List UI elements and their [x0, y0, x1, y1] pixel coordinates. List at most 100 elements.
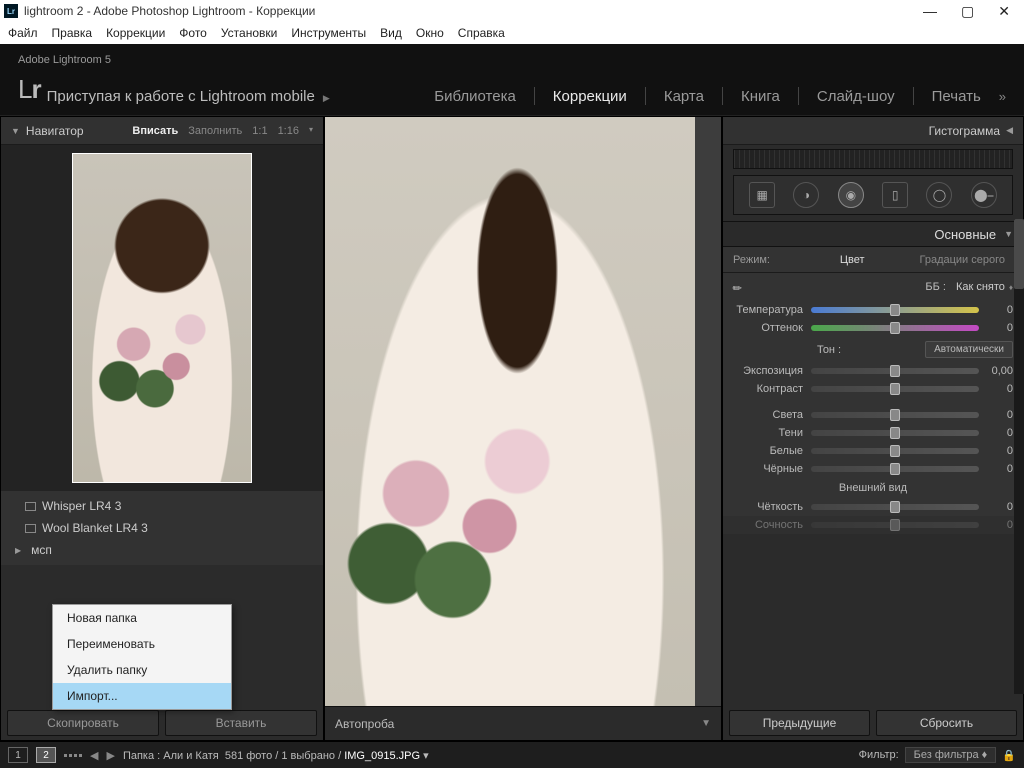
preset-list: Whisper LR4 3 Wool Blanket LR4 3 ▶мсп: [1, 491, 323, 565]
radial-tool-icon[interactable]: ◯: [926, 182, 952, 208]
preset-icon: [25, 524, 36, 533]
window-title: lightroom 2 - Adobe Photoshop Lightroom …: [24, 4, 315, 18]
slider-tint[interactable]: Оттенок0: [723, 319, 1023, 337]
navigator-title: Навигатор: [26, 124, 84, 138]
disclosure-triangle-icon: ▼: [1004, 229, 1013, 239]
menu-develop[interactable]: Коррекции: [106, 26, 165, 40]
slider-blacks[interactable]: Чёрные0: [723, 460, 1023, 478]
navigator-preview[interactable]: [1, 145, 323, 491]
ctx-delete-folder[interactable]: Удалить папку: [53, 657, 231, 683]
preset-folder[interactable]: ▶мсп: [1, 539, 323, 561]
previous-button[interactable]: Предыдущие: [729, 710, 870, 736]
chevron-down-icon[interactable]: ▼: [701, 718, 711, 729]
module-print[interactable]: Печать: [932, 88, 981, 105]
module-book[interactable]: Книга: [741, 88, 780, 105]
gradient-tool-icon[interactable]: ▯: [882, 182, 908, 208]
lr-logo-icon: Lr: [18, 74, 41, 105]
crop-tool-icon[interactable]: ▦: [749, 182, 775, 208]
tone-header: Тон : Автоматически: [723, 337, 1023, 362]
basics-title: Основные: [934, 227, 996, 242]
spot-tool-icon[interactable]: ◑: [793, 182, 819, 208]
app-menubar: Файл Правка Коррекции Фото Установки Инс…: [0, 22, 1024, 44]
zoom-fill[interactable]: Заполнить: [188, 125, 242, 137]
treatment-row: Режим: Цвет Градации серого: [723, 247, 1023, 273]
histogram-title: Гистограмма: [929, 124, 1000, 138]
filmstrip-toolbar: 1 2 ◀ ▶ Папка : Али и Катя 581 фото / 1 …: [0, 741, 1024, 768]
context-menu: Новая папка Переименовать Удалить папку …: [52, 604, 232, 710]
breadcrumb[interactable]: Папка : Али и Катя 581 фото / 1 выбрано …: [123, 749, 429, 762]
menu-photo[interactable]: Фото: [179, 26, 207, 40]
lightroom-mobile-link[interactable]: Приступая к работе с Lightroom mobile▶: [47, 88, 330, 105]
redeye-tool-icon[interactable]: ◉: [838, 182, 864, 208]
slider-whites[interactable]: Белые0: [723, 442, 1023, 460]
presence-header: Внешний вид: [723, 478, 1023, 498]
module-library[interactable]: Библиотека: [434, 88, 516, 105]
ctx-import[interactable]: Импорт...: [53, 683, 231, 709]
soft-proof-bar[interactable]: Автопроба ▼: [325, 706, 721, 740]
slider-highlights[interactable]: Света0: [723, 406, 1023, 424]
nav-fwd-icon[interactable]: ▶: [106, 749, 114, 762]
treatment-bw[interactable]: Градации серого: [912, 254, 1014, 266]
menu-settings[interactable]: Установки: [221, 26, 277, 40]
navigator-header[interactable]: ▼ Навигатор Вписать Заполнить 1:1 1:16 ▾: [1, 117, 323, 145]
basics-header[interactable]: Основные ▼: [723, 221, 1023, 247]
menu-window[interactable]: Окно: [416, 26, 444, 40]
nav-back-icon[interactable]: ◀: [90, 749, 98, 762]
menu-view[interactable]: Вид: [380, 26, 402, 40]
slider-temperature[interactable]: Температура0: [723, 301, 1023, 319]
preset-item[interactable]: Whisper LR4 3: [1, 495, 323, 517]
treatment-color[interactable]: Цвет: [832, 254, 873, 266]
preset-item[interactable]: Wool Blanket LR4 3: [1, 517, 323, 539]
screen-2[interactable]: 2: [36, 747, 56, 763]
app-icon: Lr: [4, 4, 18, 18]
module-slideshow[interactable]: Слайд-шоу: [817, 88, 895, 105]
ctx-new-folder[interactable]: Новая папка: [53, 605, 231, 631]
module-picker: Библиотека Коррекции Карта Книга Слайд-ш…: [434, 87, 1006, 105]
module-map[interactable]: Карта: [664, 88, 704, 105]
filter-label: Фильтр:: [859, 749, 899, 761]
slider-shadows[interactable]: Тени0: [723, 424, 1023, 442]
slider-clarity[interactable]: Чёткость0: [723, 498, 1023, 516]
slider-exposure[interactable]: Экспозиция0,00: [723, 362, 1023, 380]
window-titlebar: Lr lightroom 2 - Adobe Photoshop Lightro…: [0, 0, 1024, 22]
white-balance-row: ✎ ББ : Как снято♦: [723, 273, 1023, 301]
wb-preset-dropdown[interactable]: Как снято♦: [956, 281, 1013, 293]
brand-line: Adobe Lightroom 5: [18, 54, 111, 66]
histogram-display: [733, 149, 1013, 169]
zoom-ratio[interactable]: 1:16: [278, 125, 299, 137]
copy-settings-button[interactable]: Скопировать: [7, 710, 159, 736]
reset-button[interactable]: Сбросить: [876, 710, 1017, 736]
modules-more-icon[interactable]: »: [999, 89, 1006, 104]
screen-1[interactable]: 1: [8, 747, 28, 763]
slider-vibrance[interactable]: Сочность0: [723, 516, 1023, 534]
chevron-right-icon: ▶: [15, 546, 21, 555]
filter-dropdown[interactable]: Без фильтра ♦: [905, 747, 997, 763]
filter-lock-icon[interactable]: 🔒: [1002, 749, 1016, 762]
brush-tool-icon[interactable]: ⬤⎯: [971, 182, 997, 208]
paste-settings-button[interactable]: Вставить: [165, 710, 317, 736]
zoom-fit[interactable]: Вписать: [132, 125, 178, 137]
auto-tone-button[interactable]: Автоматически: [925, 341, 1013, 358]
right-panel-scrollbar[interactable]: [1014, 219, 1024, 694]
menu-help[interactable]: Справка: [458, 26, 505, 40]
right-panel: Гистограмма ◀ ▦ ◑ ◉ ▯ ◯ ⬤⎯ Основные ▼ Ре…: [722, 116, 1024, 741]
ctx-rename[interactable]: Переименовать: [53, 631, 231, 657]
preset-icon: [25, 502, 36, 511]
maximize-icon[interactable]: ▢: [961, 3, 974, 20]
menu-edit[interactable]: Правка: [52, 26, 93, 40]
soft-proof-label: Автопроба: [335, 717, 394, 731]
chevron-down-icon[interactable]: ▾: [309, 125, 313, 137]
module-develop[interactable]: Коррекции: [553, 88, 627, 105]
chevron-right-icon: ▶: [323, 93, 330, 103]
menu-tools[interactable]: Инструменты: [291, 26, 366, 40]
loupe-view[interactable]: [325, 117, 721, 706]
minimize-icon[interactable]: —: [923, 3, 937, 20]
close-icon[interactable]: ✕: [998, 3, 1010, 20]
grid-view-icon[interactable]: [64, 754, 82, 757]
identity-plate: Adobe Lightroom 5 Lr Приступая к работе …: [0, 44, 1024, 116]
histogram-header[interactable]: Гистограмма ◀: [723, 117, 1023, 145]
zoom-1to1[interactable]: 1:1: [252, 125, 267, 137]
eyedropper-icon[interactable]: ✎: [730, 276, 753, 299]
slider-contrast[interactable]: Контраст0: [723, 380, 1023, 398]
menu-file[interactable]: Файл: [8, 26, 38, 40]
